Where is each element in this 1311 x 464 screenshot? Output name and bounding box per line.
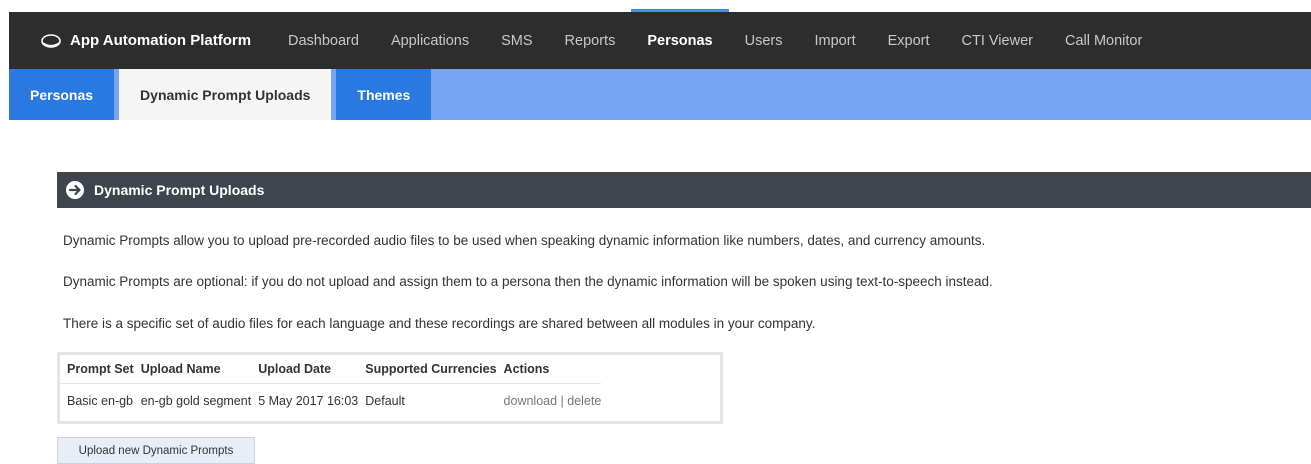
action-separator: | xyxy=(557,394,568,408)
description-paragraph: Dynamic Prompts are optional: if you do … xyxy=(63,274,993,289)
nav-cti-viewer[interactable]: CTI Viewer xyxy=(946,12,1049,69)
col-supported-currencies: Supported Currencies xyxy=(365,362,497,376)
nav-applications[interactable]: Applications xyxy=(375,12,485,69)
nav-personas[interactable]: Personas xyxy=(631,9,729,69)
subtab-personas[interactable]: Personas xyxy=(9,69,115,120)
cell-prompt-set: Basic en-gb xyxy=(60,383,134,418)
brand-logo-icon xyxy=(41,33,61,48)
panel-title: Dynamic Prompt Uploads xyxy=(94,182,265,198)
cell-upload-name: en-gb gold segment xyxy=(133,383,252,418)
nav-export[interactable]: Export xyxy=(872,12,946,69)
app-title: App Automation Platform xyxy=(70,32,252,49)
col-prompt-set: Prompt Set xyxy=(67,362,134,376)
delete-link[interactable]: delete xyxy=(567,394,601,408)
app-brand[interactable]: App Automation Platform xyxy=(9,12,272,69)
table-row: Basic en-gb en-gb gold segment 5 May 201… xyxy=(60,383,602,418)
col-upload-date: Upload Date xyxy=(258,362,332,376)
nav-call-monitor[interactable]: Call Monitor xyxy=(1049,12,1158,69)
uploads-table-container: Prompt Set Upload Name Upload Date Suppo… xyxy=(57,352,723,424)
sub-nav: Personas Dynamic Prompt Uploads Themes xyxy=(9,69,1311,120)
nav-sms[interactable]: SMS xyxy=(485,12,548,69)
uploads-table: Prompt Set Upload Name Upload Date Suppo… xyxy=(60,355,602,418)
col-actions: Actions xyxy=(503,362,550,376)
col-upload-name: Upload Name xyxy=(140,362,221,376)
download-link[interactable]: download xyxy=(504,394,558,408)
panel-header: Dynamic Prompt Uploads xyxy=(57,172,1311,208)
description-paragraph: There is a specific set of audio files f… xyxy=(63,316,816,331)
upload-new-prompts-button[interactable]: Upload new Dynamic Prompts xyxy=(57,437,255,464)
nav-reports[interactable]: Reports xyxy=(549,12,632,69)
nav-users[interactable]: Users xyxy=(729,12,799,69)
top-navbar: App Automation Platform Dashboard Applic… xyxy=(9,9,1311,69)
nav-import[interactable]: Import xyxy=(799,12,872,69)
table-header-row: Prompt Set Upload Name Upload Date Suppo… xyxy=(60,355,601,384)
main-nav: Dashboard Applications SMS Reports Perso… xyxy=(272,9,1158,69)
cell-currencies: Default xyxy=(358,383,497,418)
cell-upload-date: 5 May 2017 16:03 xyxy=(251,383,359,418)
subtab-themes[interactable]: Themes xyxy=(336,69,432,120)
subtab-dynamic-prompt-uploads[interactable]: Dynamic Prompt Uploads xyxy=(119,69,332,120)
arrow-circle-icon xyxy=(65,180,85,200)
cell-actions: download | delete xyxy=(496,383,602,418)
description-paragraph: Dynamic Prompts allow you to upload pre-… xyxy=(63,233,986,248)
nav-dashboard[interactable]: Dashboard xyxy=(272,12,375,69)
